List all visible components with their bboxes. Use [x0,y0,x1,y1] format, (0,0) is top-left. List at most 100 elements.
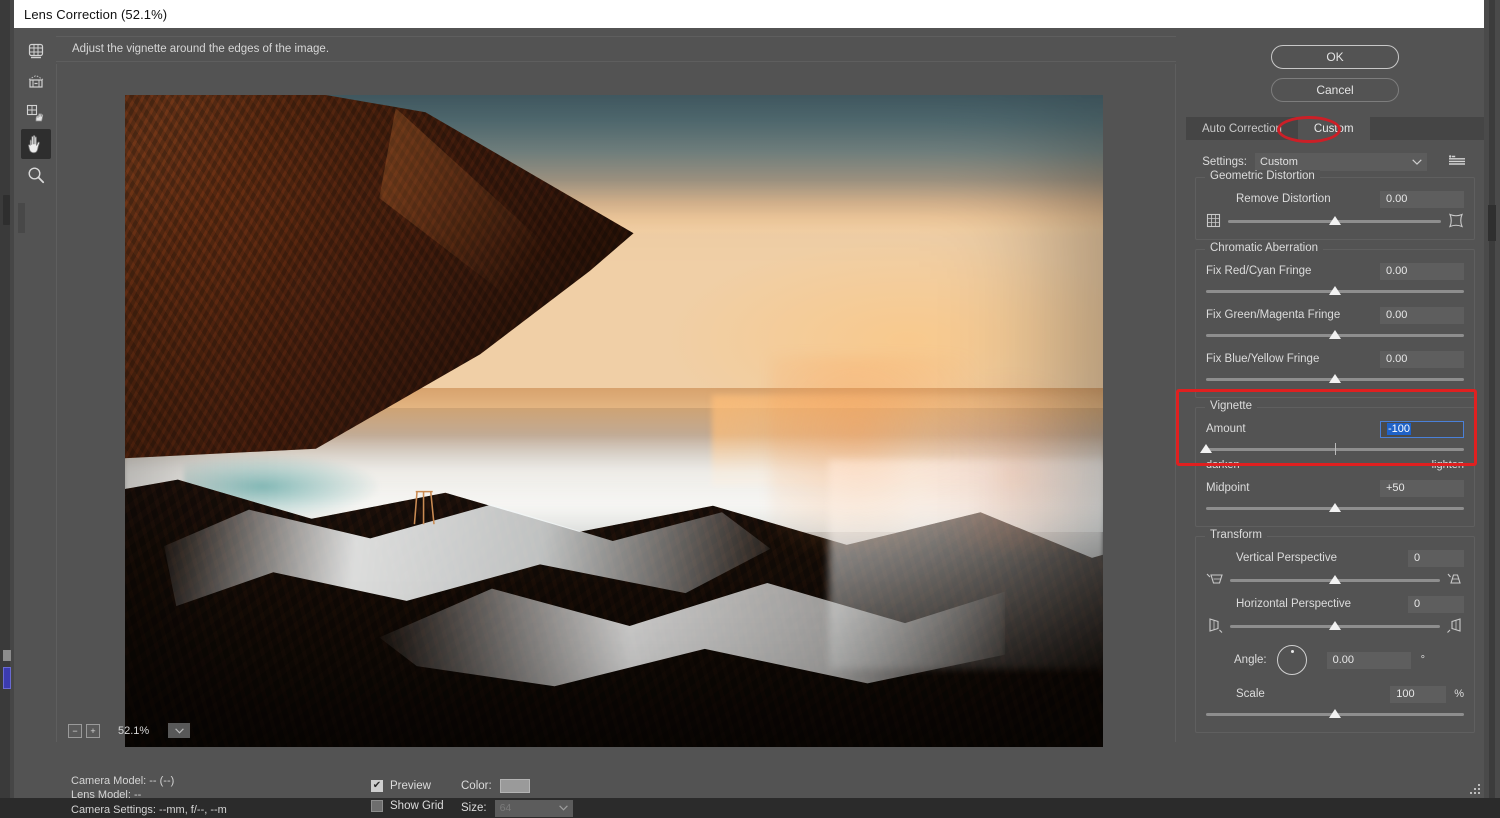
fix-red-cyan-input[interactable]: 0.00 [1380,262,1464,280]
zoom-out-button[interactable]: − [68,723,82,738]
remove-distortion-row: Remove Distortion 0.00 [1236,190,1464,208]
tab-auto-correction[interactable]: Auto Correction [1186,117,1298,140]
horizontal-perspective-slider[interactable] [1230,619,1440,635]
hand-tool[interactable] [20,129,51,159]
cancel-button[interactable]: Cancel [1271,78,1399,102]
slider-thumb[interactable] [1329,709,1341,718]
chromatic-aberration-group: Chromatic Aberration Fix Red/Cyan Fringe… [1195,242,1475,398]
vignette-darken-label: darken [1206,459,1240,471]
remove-distortion-tool[interactable] [21,36,51,66]
remove-distortion-input[interactable]: 0.00 [1380,190,1464,208]
fix-green-magenta-label: Fix Green/Magenta Fringe [1206,309,1341,321]
show-grid-checkbox[interactable] [371,800,383,812]
settings-dropdown[interactable]: Custom [1255,153,1427,171]
status-bar: Camera Model: -- (--) Lens Model: -- Cam… [56,746,1176,817]
slider-thumb[interactable] [1329,374,1341,383]
settings-value: Custom [1260,156,1298,168]
hint-bar: Adjust the vignette around the edges of … [56,36,1176,62]
dialog-resize-grip[interactable] [1468,782,1480,794]
move-grid-icon [26,104,44,122]
slider-thumb[interactable] [1329,621,1341,630]
fix-green-magenta-slider[interactable] [1206,328,1464,344]
fix-red-cyan-slider[interactable] [1206,284,1464,300]
slider-thumb[interactable] [1329,575,1341,584]
slider-center-tick [1335,443,1336,455]
preview-label: Preview [390,780,431,792]
slider-thumb[interactable] [1329,330,1341,339]
camera-settings-text: Camera Settings: --mm, f/--, --m [71,803,227,816]
vignette-amount-slider[interactable] [1200,442,1464,458]
slider-thumb[interactable] [1328,216,1341,225]
preview-options: Preview Show Grid [371,776,444,816]
horizontal-perspective-label: Horizontal Perspective [1236,598,1352,610]
vignette-lighten-label: lighten [1431,459,1464,471]
chevron-down-icon [558,805,568,811]
image-preview[interactable] [125,95,1103,747]
zoom-level-value: 52.1% [118,724,150,737]
remove-distortion-slider[interactable] [1228,214,1441,230]
vertical-perspective-label: Vertical Perspective [1236,552,1337,564]
settings-row: Settings: Custom [1195,152,1475,172]
vignette-midpoint-label: Midpoint [1206,482,1250,494]
grid-color-swatch[interactable] [499,779,530,793]
preview-checkbox[interactable] [371,780,383,792]
grid-color-row: Color: [461,776,530,796]
chevron-down-icon [1412,159,1422,165]
zoom-tool[interactable] [21,160,51,190]
vertical-perspective-left-icon [1206,573,1223,584]
vignette-group: Vignette Amount -100 darken lighten Midp… [1195,400,1475,527]
tab-custom[interactable]: Custom [1297,117,1370,140]
panel-tabs: Auto Correction Custom [1186,117,1484,140]
vignette-midpoint-row: Midpoint +50 [1206,479,1464,497]
slider-thumb[interactable] [1329,503,1341,512]
angle-dial[interactable] [1276,645,1307,675]
straighten-tool[interactable] [21,67,51,97]
zoom-in-button[interactable]: + [86,723,100,738]
background-app-right-strip-inner [1489,0,1495,798]
move-grid-tool[interactable] [21,98,51,128]
vertical-perspective-row: Vertical Perspective 0 [1236,549,1464,567]
vertical-perspective-input[interactable]: 0 [1408,549,1464,567]
custom-tab-body: Settings: Custom Geometric Distortion Re… [1186,140,1484,733]
vignette-amount-input[interactable]: -100 [1380,420,1464,438]
fix-blue-yellow-input[interactable]: 0.00 [1380,350,1464,368]
panel-flyout-menu-icon [1449,155,1465,165]
magnifier-icon [27,167,44,184]
vignette-midpoint-input[interactable]: +50 [1380,479,1464,497]
background-app-marker-2 [3,650,11,661]
vertical-perspective-right-icon [1447,573,1461,584]
vignette-amount-row: Amount -100 [1206,420,1464,438]
chromatic-aberration-title: Chromatic Aberration [1205,242,1324,254]
transform-group: Transform Vertical Perspective 0 Horizon… [1195,529,1475,733]
vignette-midpoint-slider[interactable] [1206,501,1464,517]
horizontal-perspective-slider-row [1206,615,1464,635]
zoom-controls: − + 52.1% [56,718,1176,743]
slider-thumb[interactable] [1200,444,1212,453]
grid-size-dropdown[interactable]: 64 [494,799,573,817]
fix-blue-yellow-slider[interactable] [1206,372,1464,388]
slider-thumb[interactable] [1329,286,1341,295]
photo-lens-flare [770,355,1103,552]
scale-input[interactable]: 100 [1390,685,1447,703]
fix-green-magenta-row: Fix Green/Magenta Fringe 0.00 [1206,306,1464,324]
ok-button[interactable]: OK [1271,45,1399,69]
horizontal-perspective-row: Horizontal Perspective 0 [1236,595,1464,613]
preview-canvas-area[interactable] [56,64,1176,747]
toolbar-divider [18,203,25,233]
zoom-level-dropdown[interactable] [168,723,190,738]
preview-checkbox-row[interactable]: Preview [371,776,444,796]
right-panel-column: OK Cancel Auto Correction Custom Setting… [1186,28,1484,798]
photo-tripod [413,491,435,525]
show-grid-checkbox-row[interactable]: Show Grid [371,796,444,816]
geometric-distortion-group: Geometric Distortion Remove Distortion 0… [1195,170,1475,240]
grid-lens-icon [28,43,43,58]
scale-slider[interactable] [1206,707,1464,723]
horizontal-perspective-input[interactable]: 0 [1408,595,1464,613]
chevron-down-icon [174,727,184,734]
angle-input[interactable]: 0.00 [1326,651,1411,669]
vertical-perspective-slider[interactable] [1230,573,1440,589]
lens-correction-app: Lens Correction (52.1%) Adjust the vigne… [0,0,1500,817]
fix-green-magenta-input[interactable]: 0.00 [1380,306,1464,324]
panel-flyout-menu-button[interactable] [1449,153,1465,171]
correction-panel: Auto Correction Custom Settings: Custom [1186,117,1484,733]
